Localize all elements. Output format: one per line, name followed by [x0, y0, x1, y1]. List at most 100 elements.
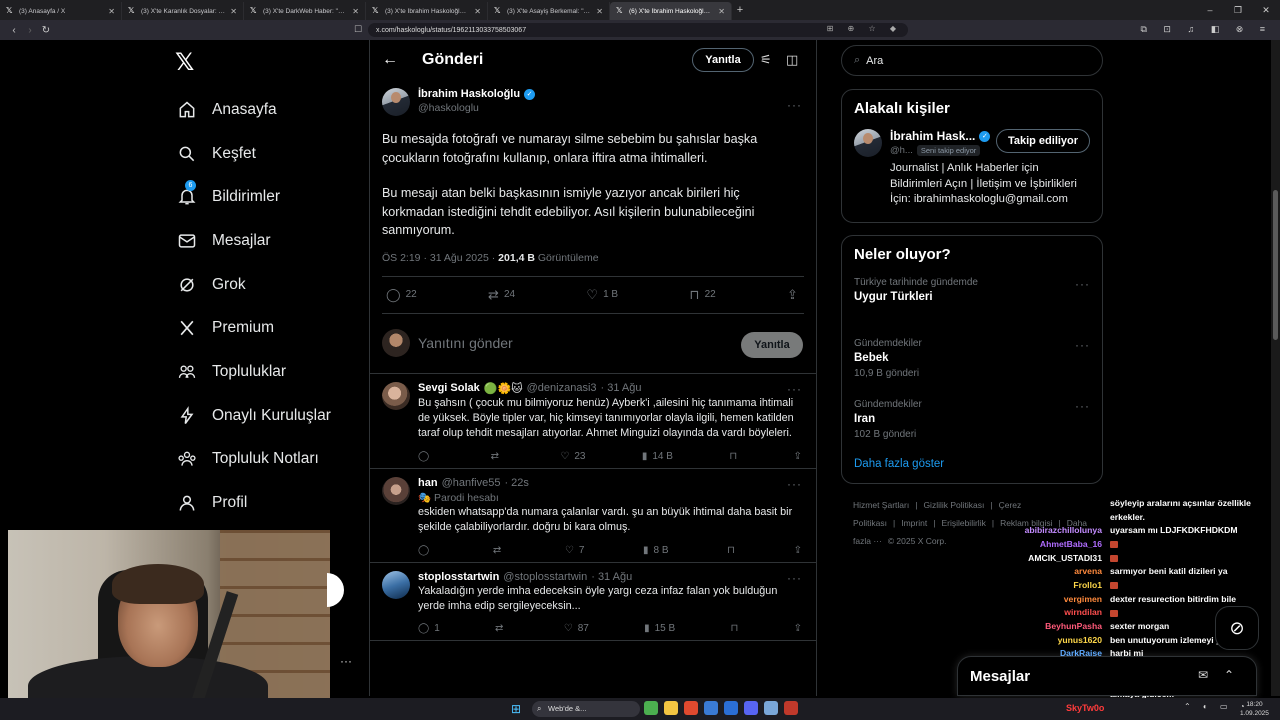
- more-options-icon[interactable]: ···: [787, 98, 802, 112]
- trend-item[interactable]: Türkiye tarihinde gündemde Uygur Türkleri…: [842, 275, 1102, 336]
- search-input[interactable]: ⌕ Ara: [841, 45, 1103, 76]
- heart-action[interactable]: ♡ 87: [564, 623, 589, 634]
- expand-drawer-icon[interactable]: ⌃: [1224, 668, 1234, 682]
- avatar[interactable]: [382, 570, 410, 599]
- repost-action[interactable]: ⇄: [495, 623, 508, 634]
- restore-icon[interactable]: ❐: [1224, 0, 1252, 20]
- address-bar[interactable]: x.com/haskologlu/status/1962113033758503…: [368, 23, 908, 37]
- footer-link[interactable]: © 2025 X Corp.: [888, 536, 947, 546]
- nav-item-keşfet[interactable]: Keşfet: [176, 132, 331, 176]
- footer-link[interactable]: Erişilebilirlik: [941, 518, 985, 528]
- reply-author-handle[interactable]: @denizanasi3: [527, 382, 597, 394]
- more-options-icon[interactable]: ···: [787, 571, 802, 585]
- bookmark-action[interactable]: ⊓ 22: [689, 287, 715, 303]
- page-scrollbar[interactable]: [1271, 40, 1280, 696]
- reply-time[interactable]: · 31 Ağu: [591, 571, 632, 583]
- back-nav-icon[interactable]: ‹: [6, 25, 22, 36]
- reply-action[interactable]: ◯: [418, 545, 434, 556]
- share-action[interactable]: ⇪: [794, 623, 802, 634]
- reader-view-icon[interactable]: ◫: [786, 52, 798, 68]
- new-tab-button[interactable]: +: [732, 4, 748, 16]
- trend-item[interactable]: Gündemdekiler Bebek 10,9 B gönderi ···: [842, 336, 1102, 397]
- app-icon[interactable]: [764, 701, 778, 715]
- browser-tab[interactable]: 𝕏 (3) X'te İbrahim Haskoloğlu: "Boğaz... ✕: [366, 2, 488, 20]
- nav-item-mesajlar[interactable]: Mesajlar: [176, 219, 331, 263]
- tab-close-icon[interactable]: ✕: [474, 7, 481, 16]
- browser-tab[interactable]: 𝕏 (3) X'te Karanlık Dosyalar: "Boğaziç...…: [122, 2, 244, 20]
- reply-post[interactable]: Sevgi Solak 🟢🌼🐱 @denizanasi3 · 31 Ağu Bu şah…: [370, 374, 816, 469]
- reply-time[interactable]: · 31 Ağu: [601, 382, 642, 394]
- repost-action[interactable]: ⇄: [493, 545, 506, 556]
- obs-icon[interactable]: [784, 701, 798, 715]
- footer-link[interactable]: Hizmet Şartları: [853, 500, 909, 510]
- more-options-icon[interactable]: ···: [787, 477, 802, 491]
- reload-icon[interactable]: ↻: [38, 25, 54, 36]
- browser-tab[interactable]: 𝕏 (3) X'te DarkWeb Haber: "Katil Aybe... ✕: [244, 2, 366, 20]
- tab-close-icon[interactable]: ✕: [108, 7, 115, 16]
- chat-app-icon[interactable]: [724, 701, 738, 715]
- avatar[interactable]: [382, 381, 410, 410]
- heart-action[interactable]: ♡ 23: [560, 451, 585, 462]
- folder-icon[interactable]: [664, 701, 678, 715]
- filter-sliders-icon[interactable]: ⚟: [760, 52, 772, 68]
- show-more-link[interactable]: Daha fazla göster: [842, 458, 1102, 488]
- trend-item[interactable]: Gündemdekiler Iran 102 B gönderi ···: [842, 397, 1102, 458]
- taskbar-search[interactable]: ⌕ Web'de &...: [532, 701, 640, 717]
- tab-close-icon[interactable]: ✕: [718, 7, 725, 16]
- steam-icon[interactable]: [704, 701, 718, 715]
- reply-author-name[interactable]: Sevgi Solak: [418, 382, 480, 394]
- minimize-icon[interactable]: –: [1196, 0, 1224, 20]
- grok-floating-icon[interactable]: ⊘: [1215, 606, 1259, 650]
- like-action[interactable]: ♡ 1 B: [586, 287, 618, 303]
- nav-item-topluluk-notları[interactable]: Topluluk Notları: [176, 438, 331, 482]
- avatar[interactable]: [382, 476, 410, 505]
- reply-author-name[interactable]: han: [418, 477, 438, 489]
- bookmark-post-action[interactable]: ⊓: [727, 545, 735, 556]
- nav-item-grok[interactable]: Grok: [176, 263, 331, 307]
- account-switcher-button[interactable]: [327, 573, 344, 607]
- browser-tab[interactable]: 𝕏 (6) X'te İbrahim Haskoloğlu: "Bu... ✕: [610, 2, 732, 20]
- tab-close-icon[interactable]: ✕: [230, 7, 237, 16]
- bookmark-post-action[interactable]: ⊓: [730, 623, 738, 634]
- nav-item-premium[interactable]: Premium: [176, 306, 331, 350]
- bookmark-post-action[interactable]: ⊓: [729, 451, 737, 462]
- taskbar-app-icon[interactable]: [644, 701, 658, 715]
- more-options-icon[interactable]: ···: [1075, 277, 1090, 291]
- views-action[interactable]: ▮ 8 B: [643, 545, 669, 556]
- nav-item-bildirimler[interactable]: 6 Bildirimler: [176, 175, 331, 219]
- x-logo[interactable]: 𝕏: [175, 48, 194, 76]
- views-action[interactable]: ▮ 14 B: [642, 451, 673, 462]
- reply-author-handle[interactable]: @hanfive55: [442, 477, 501, 489]
- nav-item-onaylı-kuruluşlar[interactable]: Onaylı Kuruluşlar: [176, 394, 331, 438]
- reply-header-button[interactable]: Yanıtla: [692, 48, 754, 72]
- nav-item-anasayfa[interactable]: Anasayfa: [176, 88, 331, 132]
- reply-post[interactable]: stoplosstartwin @stoplosstartwin · 31 Ağu Y…: [370, 563, 816, 642]
- nav-item-profil[interactable]: Profil: [176, 481, 331, 525]
- reply-author-handle[interactable]: @stoplosstartwin: [503, 571, 587, 583]
- reply-input[interactable]: Yanıtını gönder: [418, 335, 513, 351]
- reply-submit-button[interactable]: Yanıtla: [741, 331, 803, 358]
- back-arrow-icon[interactable]: ←: [382, 51, 414, 69]
- post-timestamp[interactable]: ÖS 2:19 · 31 Ağu 2025 ·: [382, 252, 498, 264]
- browser-tab[interactable]: 𝕏 (3) Anasayfa / X ✕: [0, 2, 122, 20]
- author-handle[interactable]: @haskologlu: [418, 102, 535, 114]
- footer-link[interactable]: Imprint: [901, 518, 927, 528]
- account-more-icon[interactable]: ···: [340, 654, 352, 668]
- avatar[interactable]: [382, 88, 410, 116]
- reply-action[interactable]: ◯ 22: [386, 287, 417, 303]
- reply-author-name[interactable]: stoplosstartwin: [418, 571, 499, 583]
- address-bar-actions-icon[interactable]: ⊞ ⊕ ☆ ◆: [827, 24, 902, 33]
- following-button[interactable]: Takip ediliyor: [996, 129, 1090, 153]
- reply-time[interactable]: · 22s: [504, 477, 528, 489]
- nav-item-topluluklar[interactable]: Topluluklar: [176, 350, 331, 394]
- related-name[interactable]: İbrahim Hask...: [890, 129, 975, 143]
- reply-action[interactable]: ◯: [418, 451, 434, 462]
- author-name[interactable]: İbrahim Haskoloğlu: [418, 88, 520, 100]
- reply-post[interactable]: han @hanfive55 · 22s 🎭 Parodi hesabı eskiden…: [370, 469, 816, 563]
- share-action[interactable]: ⇪: [787, 287, 798, 303]
- extensions-icon[interactable]: ⧉ ⊡ ♫ ◧ ⊗ ≡: [1140, 24, 1272, 35]
- share-action[interactable]: ⇪: [794, 451, 802, 462]
- forward-nav-icon[interactable]: ›: [22, 25, 38, 36]
- repost-action[interactable]: ⇄ 24: [488, 287, 515, 303]
- views-action[interactable]: ▮ 15 B: [644, 623, 675, 634]
